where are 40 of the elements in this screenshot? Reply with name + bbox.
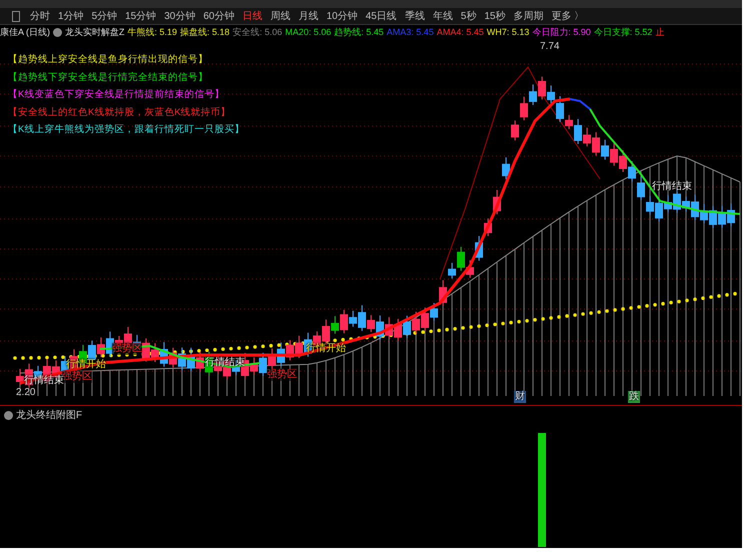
indicator-value: 牛熊线: 5.19 [128, 26, 178, 38]
chart-label: 财 [514, 391, 526, 403]
signal-legend-text: 【K线变蓝色下穿安全线是行情提前结束的信号】 [8, 88, 224, 101]
period-tab[interactable]: 更多 〉 [551, 9, 584, 23]
period-tab[interactable]: 1分钟 [58, 9, 84, 23]
period-tab[interactable]: 30分钟 [164, 9, 196, 23]
indicator-value: 趋势线: 5.45 [334, 26, 384, 38]
signal-legend-text: 【安全线上的红色K线就持股，灰蓝色K线就持币】 [8, 106, 231, 118]
indicator-value: 今日支撑: 5.52 [594, 26, 652, 38]
chart-label: 跌 [628, 391, 640, 403]
indicator-value: 安全线: 5.06 [232, 26, 282, 38]
panel-title: 龙头终结附图F [16, 408, 82, 422]
chart-label: 行情结束 [652, 181, 692, 193]
period-tab[interactable]: 10分钟 [326, 9, 358, 23]
indicator-value: AMA3: 5.45 [386, 27, 434, 37]
period-tab[interactable]: 年线 [432, 9, 453, 23]
signal-legend-text: 【趋势线上穿安全线是鱼身行情出现的信号】 [8, 53, 208, 66]
indicator-value: 今日阻力: 5.90 [532, 26, 591, 38]
security-title: 康佳A (日线) [0, 26, 50, 38]
period-tab[interactable]: 5秒 [460, 9, 476, 23]
indicator-value: 止 [655, 26, 664, 38]
period-tab[interactable]: 60分钟 [203, 9, 234, 23]
indicator-value: WH7: 5.13 [486, 27, 530, 37]
period-tab[interactable]: 周线 [270, 9, 290, 23]
period-tab[interactable]: 45日线 [366, 9, 397, 23]
indicator-value: 操盘线: 5.18 [180, 26, 230, 38]
indicator-value: AMA4: 5.45 [436, 27, 484, 37]
period-tab[interactable]: 季线 [404, 9, 425, 23]
indicator-value: MA20: 5.06 [285, 27, 332, 37]
signal-legend-text: 【K线上穿牛熊线为强势区，跟着行情死盯一只股买】 [8, 123, 244, 136]
period-tab[interactable]: 多周期 [513, 9, 544, 23]
indicator-name[interactable]: 龙头实时解盘Z [65, 26, 125, 38]
signal-legend-text: 【趋势线下穿安全线是行情完全结束的信号】 [8, 70, 208, 84]
period-tab[interactable]: 15秒 [484, 9, 506, 23]
period-tab[interactable]: 日线 [242, 9, 262, 23]
chart-label: 7.74 [540, 41, 560, 53]
period-tab[interactable]: 15分钟 [125, 9, 156, 23]
period-tab[interactable]: 分时 [30, 9, 50, 23]
period-tab[interactable]: 5分钟 [92, 9, 118, 23]
period-tab[interactable]: 月线 [298, 9, 318, 23]
